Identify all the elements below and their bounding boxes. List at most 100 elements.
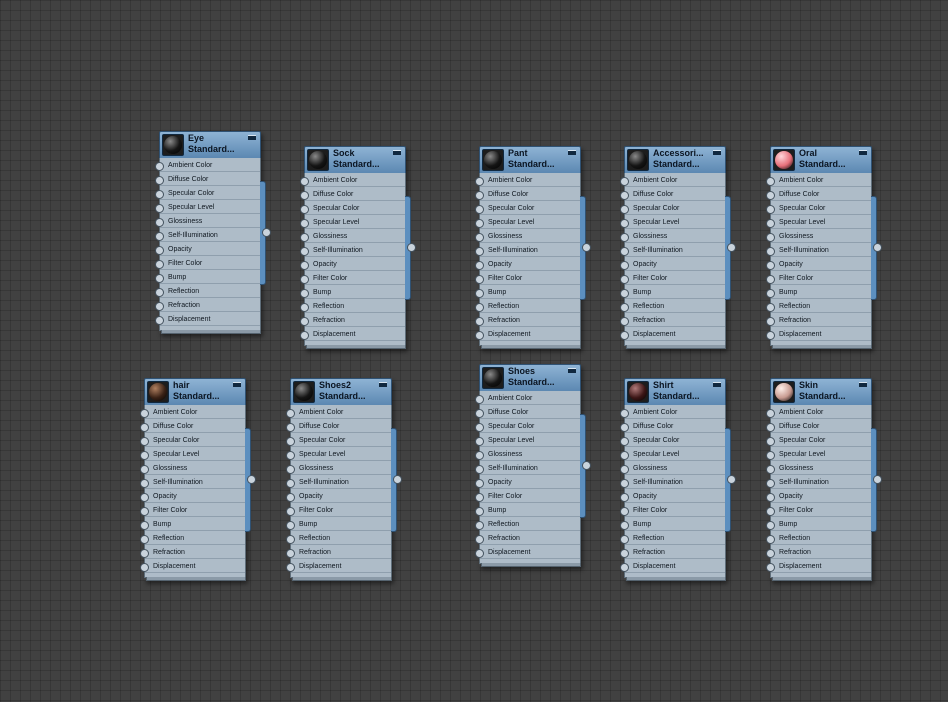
- slot-self-illumination[interactable]: Self-Illumination: [620, 476, 725, 489]
- input-socket-icon[interactable]: [140, 465, 149, 474]
- slot-refraction[interactable]: Refraction: [300, 314, 405, 327]
- input-socket-icon[interactable]: [286, 507, 295, 516]
- input-socket-icon[interactable]: [766, 493, 775, 502]
- input-socket-icon[interactable]: [766, 177, 775, 186]
- input-socket-icon[interactable]: [620, 563, 629, 572]
- slot-diffuse-color[interactable]: Diffuse Color: [140, 420, 245, 433]
- input-socket-icon[interactable]: [620, 205, 629, 214]
- material-preview-thumbnail[interactable]: [307, 149, 329, 171]
- slot-self-illumination[interactable]: Self-Illumination: [766, 476, 871, 489]
- slot-bump[interactable]: Bump: [155, 271, 260, 284]
- material-preview-thumbnail[interactable]: [482, 149, 504, 171]
- input-socket-icon[interactable]: [766, 535, 775, 544]
- slot-refraction[interactable]: Refraction: [286, 546, 391, 559]
- slot-specular-color[interactable]: Specular Color: [300, 202, 405, 215]
- input-socket-icon[interactable]: [766, 289, 775, 298]
- input-socket-icon[interactable]: [620, 191, 629, 200]
- material-node-eye[interactable]: Eye Standard... Ambient Color Diffuse Color…: [155, 131, 271, 334]
- slot-reflection[interactable]: Reflection: [475, 518, 580, 531]
- input-socket-icon[interactable]: [155, 162, 164, 171]
- output-socket-icon[interactable]: [582, 461, 591, 470]
- slot-glossiness[interactable]: Glossiness: [300, 230, 405, 243]
- collapse-icon[interactable]: [713, 382, 721, 387]
- slot-diffuse-color[interactable]: Diffuse Color: [620, 420, 725, 433]
- input-socket-icon[interactable]: [140, 521, 149, 530]
- material-node-pant[interactable]: Pant Standard... Ambient Color Diffuse Colo…: [475, 146, 591, 349]
- node-header[interactable]: hair Standard...: [144, 378, 246, 406]
- slot-bump[interactable]: Bump: [766, 518, 871, 531]
- slot-specular-level[interactable]: Specular Level: [766, 448, 871, 461]
- input-socket-icon[interactable]: [766, 409, 775, 418]
- input-socket-icon[interactable]: [140, 409, 149, 418]
- slot-glossiness[interactable]: Glossiness: [155, 215, 260, 228]
- slot-ambient-color[interactable]: Ambient Color: [766, 174, 871, 187]
- slot-displacement[interactable]: Displacement: [300, 328, 405, 341]
- input-socket-icon[interactable]: [766, 261, 775, 270]
- input-socket-icon[interactable]: [155, 218, 164, 227]
- input-socket-icon[interactable]: [620, 465, 629, 474]
- slot-opacity[interactable]: Opacity: [300, 258, 405, 271]
- input-socket-icon[interactable]: [766, 451, 775, 460]
- slot-ambient-color[interactable]: Ambient Color: [300, 174, 405, 187]
- slot-displacement[interactable]: Displacement: [766, 560, 871, 573]
- input-socket-icon[interactable]: [140, 423, 149, 432]
- material-preview-thumbnail[interactable]: [627, 149, 649, 171]
- input-socket-icon[interactable]: [155, 316, 164, 325]
- node-header[interactable]: Shoes Standard...: [479, 364, 581, 392]
- input-socket-icon[interactable]: [620, 535, 629, 544]
- slot-refraction[interactable]: Refraction: [475, 532, 580, 545]
- input-socket-icon[interactable]: [475, 331, 484, 340]
- slot-bump[interactable]: Bump: [620, 518, 725, 531]
- collapse-icon[interactable]: [713, 150, 721, 155]
- slot-displacement[interactable]: Displacement: [286, 560, 391, 573]
- input-socket-icon[interactable]: [620, 177, 629, 186]
- node-header[interactable]: Shirt Standard...: [624, 378, 726, 406]
- input-socket-icon[interactable]: [620, 317, 629, 326]
- slot-ambient-color[interactable]: Ambient Color: [620, 174, 725, 187]
- input-socket-icon[interactable]: [766, 507, 775, 516]
- input-socket-icon[interactable]: [766, 437, 775, 446]
- node-header[interactable]: Accessori... Standard...: [624, 146, 726, 174]
- collapse-icon[interactable]: [859, 382, 867, 387]
- material-preview-thumbnail[interactable]: [293, 381, 315, 403]
- input-socket-icon[interactable]: [475, 177, 484, 186]
- input-socket-icon[interactable]: [475, 535, 484, 544]
- input-socket-icon[interactable]: [286, 535, 295, 544]
- material-node-accessori[interactable]: Accessori... Standard... Ambient Color Diff…: [620, 146, 736, 349]
- slot-bump[interactable]: Bump: [475, 504, 580, 517]
- slot-bump[interactable]: Bump: [300, 286, 405, 299]
- input-socket-icon[interactable]: [155, 204, 164, 213]
- slot-filter-color[interactable]: Filter Color: [766, 272, 871, 285]
- input-socket-icon[interactable]: [140, 507, 149, 516]
- input-socket-icon[interactable]: [475, 219, 484, 228]
- slot-specular-level[interactable]: Specular Level: [300, 216, 405, 229]
- collapse-icon[interactable]: [393, 150, 401, 155]
- slot-reflection[interactable]: Reflection: [155, 285, 260, 298]
- material-node-skin[interactable]: Skin Standard... Ambient Color Diffuse Colo…: [766, 378, 882, 581]
- input-socket-icon[interactable]: [620, 275, 629, 284]
- slot-displacement[interactable]: Displacement: [620, 560, 725, 573]
- input-socket-icon[interactable]: [766, 331, 775, 340]
- slot-specular-level[interactable]: Specular Level: [286, 448, 391, 461]
- input-socket-icon[interactable]: [475, 493, 484, 502]
- slot-filter-color[interactable]: Filter Color: [155, 257, 260, 270]
- input-socket-icon[interactable]: [300, 219, 309, 228]
- slot-bump[interactable]: Bump: [766, 286, 871, 299]
- slot-displacement[interactable]: Displacement: [475, 328, 580, 341]
- slot-diffuse-color[interactable]: Diffuse Color: [475, 406, 580, 419]
- input-socket-icon[interactable]: [300, 331, 309, 340]
- slot-specular-level[interactable]: Specular Level: [620, 216, 725, 229]
- input-socket-icon[interactable]: [620, 219, 629, 228]
- input-socket-icon[interactable]: [766, 549, 775, 558]
- slot-opacity[interactable]: Opacity: [286, 490, 391, 503]
- input-socket-icon[interactable]: [155, 246, 164, 255]
- output-socket-icon[interactable]: [727, 475, 736, 484]
- slot-refraction[interactable]: Refraction: [140, 546, 245, 559]
- slot-filter-color[interactable]: Filter Color: [620, 504, 725, 517]
- slot-filter-color[interactable]: Filter Color: [475, 490, 580, 503]
- slot-reflection[interactable]: Reflection: [620, 532, 725, 545]
- input-socket-icon[interactable]: [140, 535, 149, 544]
- collapse-icon[interactable]: [568, 368, 576, 373]
- input-socket-icon[interactable]: [286, 493, 295, 502]
- node-header[interactable]: Pant Standard...: [479, 146, 581, 174]
